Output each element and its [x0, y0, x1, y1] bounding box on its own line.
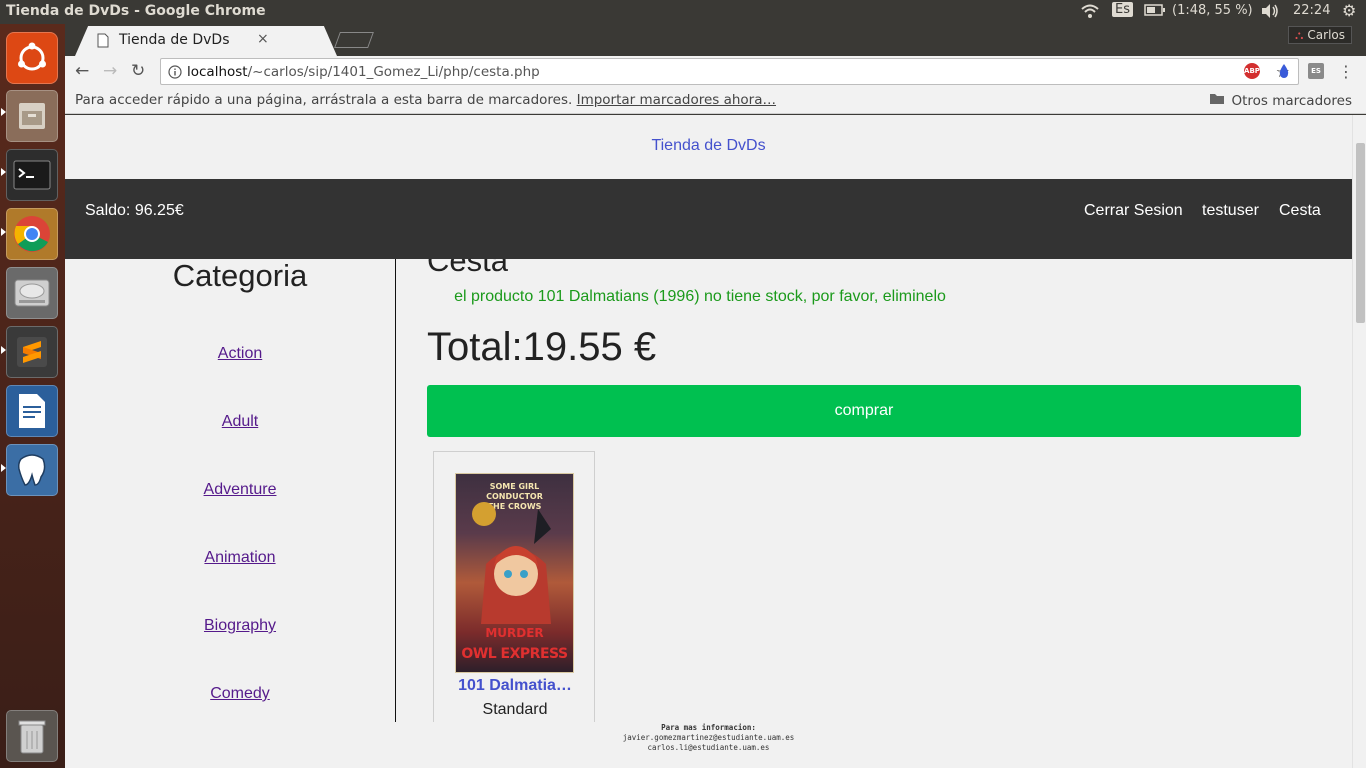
writer-icon[interactable]	[6, 385, 58, 437]
battery-status: (1:48, 55 %)	[1172, 3, 1253, 18]
product-name[interactable]: 101 Dalmatia…	[434, 677, 596, 695]
category-link-biography[interactable]: Biography	[65, 617, 415, 635]
scrollbar-thumb[interactable]	[1356, 143, 1365, 323]
disk-icon[interactable]	[6, 267, 58, 319]
category-link-adult[interactable]: Adult	[65, 413, 415, 431]
terminal-icon[interactable]	[6, 149, 58, 201]
poster-title-2: OWL EXPRESS	[461, 646, 568, 662]
profile-name: Carlos	[1307, 28, 1345, 42]
sublime-icon[interactable]	[6, 326, 58, 378]
footer-email-2: carlos.li@estudiante.uam.es	[647, 743, 770, 752]
clock[interactable]: 22:24	[1293, 3, 1330, 18]
browser-toolbar: ← → ↻ localhost/~carlos/sip/1401_Gomez_L…	[65, 56, 1366, 88]
tab-strip: Tienda de DvDs × ⛬ Carlos	[65, 24, 1366, 56]
ext-drop-icon[interactable]	[1276, 63, 1292, 79]
info-icon[interactable]	[168, 64, 182, 83]
product-card[interactable]: SOME GIRL CONDUCTOR THE CROWS MURDER OWL…	[433, 451, 595, 731]
top-panel: Tienda de DvDs - Google Chrome Es (1:48,…	[0, 0, 1366, 24]
page-scrollbar[interactable]	[1352, 115, 1366, 768]
import-bookmarks-link[interactable]: Importar marcadores ahora…	[577, 92, 776, 108]
page-viewport: Tienda de DvDs Saldo: 96.25€ Cerrar Sesi…	[65, 115, 1352, 768]
product-poster[interactable]: SOME GIRL CONDUCTOR THE CROWS MURDER OWL…	[455, 473, 574, 673]
ubuntu-dash-icon[interactable]	[6, 32, 58, 84]
user-link[interactable]: testuser	[1202, 202, 1259, 220]
stock-warning: el producto 101 Dalmatians (1996) no tie…	[454, 288, 946, 305]
volume-icon[interactable]	[1260, 3, 1280, 23]
poster-illustration	[472, 502, 551, 624]
cart-total: Total:19.55 €	[427, 325, 657, 369]
trash-icon[interactable]	[6, 710, 58, 762]
reload-icon[interactable]: ↻	[131, 61, 145, 81]
bookmarks-hint-text: Para acceder rápido a una página, arrást…	[75, 92, 573, 108]
tab-title: Tienda de DvDs	[119, 32, 230, 48]
new-tab-button[interactable]	[334, 32, 374, 48]
pgadmin-icon[interactable]	[6, 444, 58, 496]
back-icon[interactable]: ←	[75, 61, 89, 81]
translate-icon[interactable]: ES	[1308, 63, 1324, 79]
tab-tienda[interactable]: Tienda de DvDs ×	[75, 26, 337, 56]
other-bookmarks-label: Otros marcadores	[1231, 92, 1352, 109]
category-link-comedy[interactable]: Comedy	[65, 685, 415, 703]
navbar: Saldo: 96.25€ Cerrar Sesion testuser Ces…	[65, 179, 1352, 259]
files-icon[interactable]	[6, 90, 58, 142]
footer-email-1: javier.gomezmartinez@estudiante.uam.es	[622, 733, 795, 742]
forward-icon[interactable]: →	[103, 61, 117, 81]
category-link-adventure[interactable]: Adventure	[65, 481, 415, 499]
keyboard-layout-indicator[interactable]: Es	[1112, 2, 1133, 17]
settings-gear-icon[interactable]: ⚙	[1342, 1, 1356, 20]
category-link-action[interactable]: Action	[65, 345, 415, 363]
url-text: localhost/~carlos/sip/1401_Gomez_Li/php/…	[187, 64, 540, 80]
site-title-link[interactable]: Tienda de DvDs	[65, 137, 1352, 155]
launcher	[0, 24, 65, 768]
bookmarks-hint: Para acceder rápido a una página, arrást…	[75, 92, 776, 108]
profile-button[interactable]: ⛬ Carlos	[1288, 26, 1352, 44]
user-icon: ⛬	[1295, 27, 1304, 42]
wifi-icon[interactable]	[1080, 3, 1100, 23]
address-bar[interactable]: localhost/~carlos/sip/1401_Gomez_Li/php/…	[160, 58, 1299, 85]
logout-link[interactable]: Cerrar Sesion	[1084, 202, 1183, 220]
tab-close-icon[interactable]: ×	[257, 31, 269, 47]
window-title: Tienda de DvDs - Google Chrome	[6, 3, 266, 19]
product-format: Standard	[482, 701, 548, 718]
adblock-icon[interactable]: ABP	[1244, 63, 1260, 79]
category-sidebar: Categoria Action Adult Adventure Animati…	[65, 258, 396, 724]
bookmarks-bar: Para acceder rápido a una página, arrást…	[65, 88, 1366, 114]
chrome-icon[interactable]	[6, 208, 58, 260]
footer: Para mas informacion: javier.gomezmartin…	[65, 722, 1352, 768]
category-link-animation[interactable]: Animation	[65, 549, 415, 567]
footer-heading: Para mas informacion:	[661, 723, 756, 732]
cart-link[interactable]: Cesta	[1279, 202, 1321, 220]
menu-icon[interactable]: ⋮	[1338, 62, 1354, 81]
other-bookmarks[interactable]: Otros marcadores	[1209, 92, 1352, 109]
folder-icon	[1209, 92, 1225, 109]
battery-icon[interactable]	[1144, 3, 1166, 21]
url-path: /~carlos/sip/1401_Gomez_Li/php/cesta.php	[247, 64, 540, 80]
url-host: localhost	[187, 64, 248, 80]
balance: Saldo: 96.25€	[85, 202, 184, 219]
page-icon	[97, 33, 109, 52]
buy-button[interactable]: comprar	[427, 385, 1301, 437]
poster-title-1: MURDER	[485, 626, 544, 640]
